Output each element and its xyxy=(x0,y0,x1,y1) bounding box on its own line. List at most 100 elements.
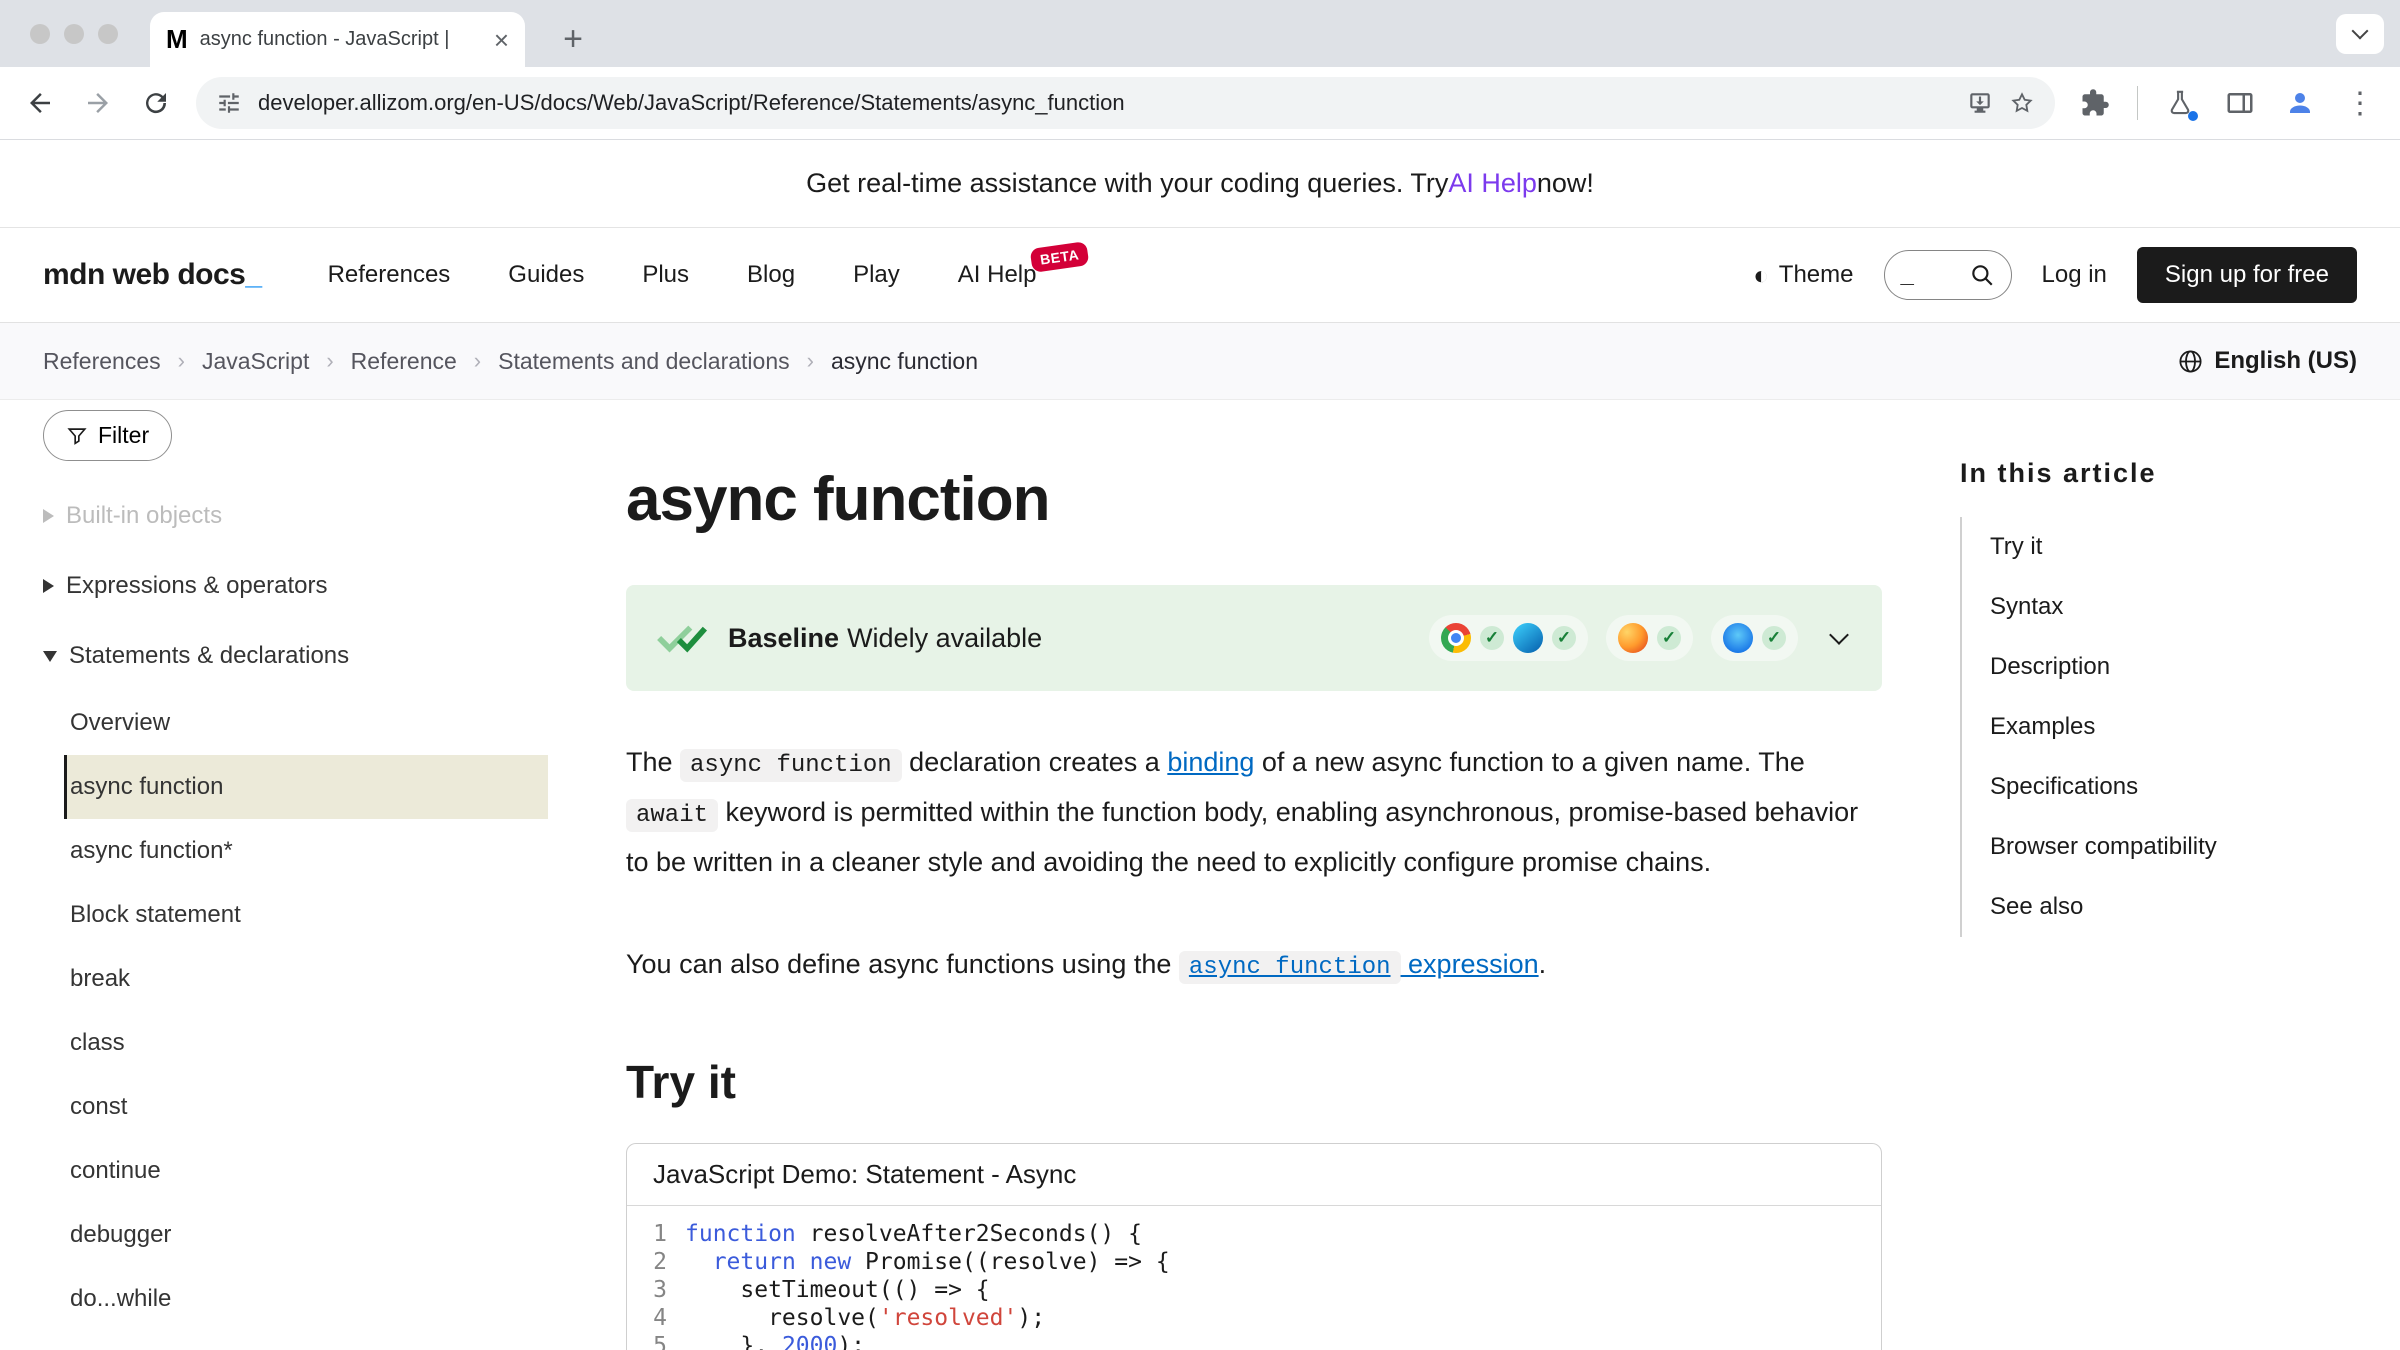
ai-help-link[interactable]: AI Help xyxy=(1448,168,1537,199)
sidebar-item-block-statement[interactable]: Block statement xyxy=(64,883,548,947)
nav-item-references[interactable]: References xyxy=(328,261,451,289)
chrome-icon xyxy=(1441,623,1471,653)
toc-item-description[interactable]: Description xyxy=(1962,637,2360,697)
code-editor[interactable]: 1function resolveAfter2Seconds() { 2 ret… xyxy=(627,1206,1881,1350)
header-right: ◐ Theme _ Log in Sign up for free xyxy=(1753,247,2357,303)
toc-item-syntax[interactable]: Syntax xyxy=(1962,577,2360,637)
check-icon: ✓ xyxy=(1480,626,1504,650)
breadcrumb-item-statements[interactable]: Statements and declarations xyxy=(498,348,790,375)
check-icon: ✓ xyxy=(1657,626,1681,650)
sidebar-item-do-while[interactable]: do...while xyxy=(64,1267,548,1331)
profile-avatar[interactable] xyxy=(2274,77,2326,129)
binding-link[interactable]: binding xyxy=(1167,747,1254,777)
baseline-banner: BaselineWidely available ✓ ✓ ✓ ✓ xyxy=(626,585,1882,691)
filter-label: Filter xyxy=(98,422,149,449)
toc-item-specifications[interactable]: Specifications xyxy=(1962,757,2360,817)
url-text: developer.allizom.org/en-US/docs/Web/Jav… xyxy=(258,90,1951,116)
sidebar-item-debugger[interactable]: debugger xyxy=(64,1203,548,1267)
nav-item-ai-help[interactable]: AI HelpBETA xyxy=(958,261,1037,289)
filter-button[interactable]: Filter xyxy=(43,410,172,461)
demo-title: JavaScript Demo: Statement - Async xyxy=(627,1144,1881,1206)
sidebar-item-async-function-star[interactable]: async function* xyxy=(64,819,548,883)
sidebar-section-expressions-operators[interactable]: Expressions & operators xyxy=(43,551,548,621)
toc-link[interactable]: Description xyxy=(1990,653,2110,680)
breadcrumb-item-references[interactable]: References xyxy=(43,348,161,375)
browser-tab[interactable]: M async function - JavaScript | × xyxy=(150,12,525,67)
ai-help-label: AI Help xyxy=(958,261,1037,288)
minimize-window-button[interactable] xyxy=(64,24,84,44)
toc-link[interactable]: Syntax xyxy=(1990,593,2063,620)
toc-link[interactable]: Examples xyxy=(1990,713,2095,740)
sidebar-section-built-in-objects[interactable]: Built-in objects xyxy=(43,481,548,551)
sidebar-item-overview[interactable]: Overview xyxy=(64,691,548,755)
toc-link[interactable]: Try it xyxy=(1990,533,2042,560)
nav-item-blog[interactable]: Blog xyxy=(747,261,795,289)
toc-link[interactable]: Specifications xyxy=(1990,773,2138,800)
breadcrumb-item-reference[interactable]: Reference xyxy=(351,348,457,375)
baseline-text: BaselineWidely available xyxy=(728,623,1042,654)
sidebar-item-empty-statement[interactable]: Empty statement xyxy=(64,1331,548,1350)
search-box[interactable]: _ xyxy=(1884,250,2012,300)
edge-icon xyxy=(1513,623,1543,653)
tab-strip: M async function - JavaScript | × + xyxy=(0,0,2400,67)
sidebar-item-continue[interactable]: continue xyxy=(64,1139,548,1203)
nav-item-play[interactable]: Play xyxy=(853,261,900,289)
address-bar[interactable]: developer.allizom.org/en-US/docs/Web/Jav… xyxy=(196,77,2055,129)
theme-button[interactable]: ◐ Theme xyxy=(1753,261,1853,289)
nav-item-guides[interactable]: Guides xyxy=(508,261,584,289)
sidebar-section-statements-declarations[interactable]: Statements & declarations xyxy=(43,621,548,691)
toc-item-browser-compatibility[interactable]: Browser compatibility xyxy=(1962,817,2360,877)
chevron-down-icon xyxy=(2352,23,2369,40)
globe-icon xyxy=(2177,348,2204,375)
sidebar-item-async-function[interactable]: async function xyxy=(64,755,548,819)
chevron-down-icon[interactable] xyxy=(1829,625,1849,645)
toc-list: Try it Syntax Description Examples Speci… xyxy=(1960,517,2360,937)
signup-button[interactable]: Sign up for free xyxy=(2137,247,2357,303)
mdn-logo[interactable]: mdn web docs_ xyxy=(43,258,262,292)
site-settings-icon[interactable] xyxy=(216,90,242,116)
new-tab-button[interactable]: + xyxy=(552,18,594,60)
toc-item-see-also[interactable]: See also xyxy=(1962,877,2360,937)
link-text: expression xyxy=(1401,949,1539,979)
breadcrumb-item-current[interactable]: async function xyxy=(831,348,978,375)
forward-button[interactable] xyxy=(72,77,124,129)
back-button[interactable] xyxy=(14,77,66,129)
toc-heading: In this article xyxy=(1960,458,2360,489)
traffic-lights xyxy=(30,24,118,44)
zoom-window-button[interactable] xyxy=(98,24,118,44)
login-link[interactable]: Log in xyxy=(2042,261,2107,289)
theme-label: Theme xyxy=(1779,261,1854,289)
language-button[interactable]: English (US) xyxy=(2177,347,2357,375)
inline-code: async function xyxy=(1179,951,1401,984)
toc-link[interactable]: See also xyxy=(1990,893,2083,920)
toolbar-right-icons: ⋮ xyxy=(2069,77,2386,129)
logo-mdn: mdn xyxy=(43,258,105,291)
breadcrumb-item-javascript[interactable]: JavaScript xyxy=(202,348,309,375)
sidebar-item-break[interactable]: break xyxy=(64,947,548,1011)
toc-link[interactable]: Browser compatibility xyxy=(1990,833,2217,860)
async-function-expression-link[interactable]: async function expression xyxy=(1179,949,1539,979)
side-panel-button[interactable] xyxy=(2214,77,2266,129)
install-icon[interactable] xyxy=(1967,90,1993,116)
language-label: English (US) xyxy=(2214,347,2357,375)
logo-webdocs: web docs xyxy=(105,258,246,291)
tab-search-button[interactable] xyxy=(2336,14,2384,54)
reload-button[interactable] xyxy=(130,77,182,129)
close-window-button[interactable] xyxy=(30,24,50,44)
nav-item-plus[interactable]: Plus xyxy=(642,261,689,289)
toc-item-examples[interactable]: Examples xyxy=(1962,697,2360,757)
sidebar-item-const[interactable]: const xyxy=(64,1075,548,1139)
extensions-button[interactable] xyxy=(2069,77,2121,129)
demo-card: JavaScript Demo: Statement - Async 1func… xyxy=(626,1143,1882,1350)
lab-extension-button[interactable] xyxy=(2154,77,2206,129)
toc-item-try-it[interactable]: Try it xyxy=(1962,517,2360,577)
bookmark-star-icon[interactable] xyxy=(2009,90,2035,116)
sidebar-item-class[interactable]: class xyxy=(64,1011,548,1075)
notification-dot xyxy=(2188,111,2198,121)
tab-close-icon[interactable]: × xyxy=(494,27,509,53)
sidebar: Filter Built-in objects Expressions & op… xyxy=(0,400,560,1350)
main-nav: References Guides Plus Blog Play AI Help… xyxy=(328,261,1037,289)
browser-menu-button[interactable]: ⋮ xyxy=(2334,77,2386,129)
text: You can also define async functions usin… xyxy=(626,949,1179,979)
safari-icon xyxy=(1723,623,1753,653)
